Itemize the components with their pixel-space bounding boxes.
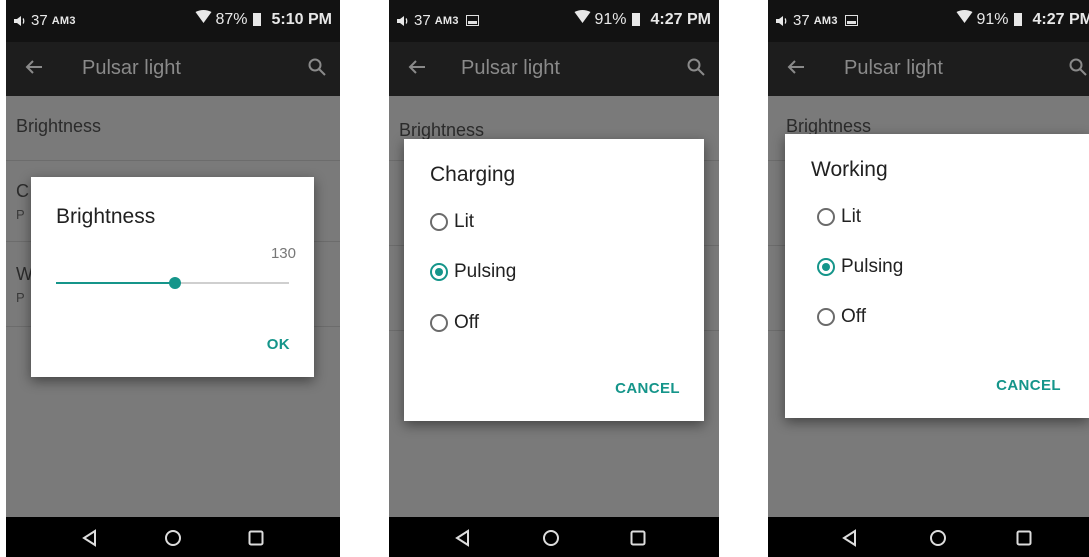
ok-button[interactable]: OK xyxy=(267,336,290,353)
image-icon xyxy=(844,15,858,26)
list-item-title: C xyxy=(16,181,29,201)
option-off[interactable]: Off xyxy=(430,312,479,334)
charging-dialog: Charging Lit Pulsing Off CANCEL xyxy=(404,139,704,421)
status-bar: 37 AM3 91% 4:27 PM xyxy=(389,0,719,42)
battery-icon xyxy=(631,13,640,26)
nav-home-icon[interactable] xyxy=(926,526,950,550)
cancel-button[interactable]: CANCEL xyxy=(996,377,1061,394)
back-arrow-icon[interactable] xyxy=(786,57,806,82)
carrier-label: AM3 xyxy=(51,14,76,27)
working-dialog: Working Lit Pulsing Off CANCEL xyxy=(785,134,1089,418)
nav-recents-icon[interactable] xyxy=(1012,526,1036,550)
list-item-title: Brightness xyxy=(16,116,102,136)
navigation-bar xyxy=(389,517,719,557)
nav-back-icon[interactable] xyxy=(451,526,475,550)
phone-screen-working: 37 AM3 91% 4:27 PM Pulsar light Brightne… xyxy=(768,0,1089,557)
status-bar: 37 AM3 91% 4:27 PM xyxy=(768,0,1089,42)
carrier-label: AM3 xyxy=(434,14,459,27)
navigation-bar xyxy=(6,517,340,557)
clock: 4:27 PM xyxy=(650,10,711,28)
brightness-value: 130 xyxy=(270,245,296,262)
status-bar: 37 AM3 87% 5:10 PM xyxy=(6,0,340,42)
option-label: Off xyxy=(454,312,479,333)
option-lit[interactable]: Lit xyxy=(430,211,474,233)
clock: 4:27 PM xyxy=(1032,10,1089,28)
nav-home-icon[interactable] xyxy=(539,526,563,550)
signal-level: 37 xyxy=(793,12,810,29)
volume-icon xyxy=(775,14,789,28)
option-lit[interactable]: Lit xyxy=(817,206,861,228)
app-toolbar: Pulsar light xyxy=(6,42,340,96)
app-toolbar: Pulsar light xyxy=(768,42,1089,96)
nav-recents-icon[interactable] xyxy=(244,526,268,550)
nav-home-icon[interactable] xyxy=(161,526,185,550)
search-icon[interactable] xyxy=(308,58,326,81)
phone-screen-brightness: 37 AM3 87% 5:10 PM Pulsar light Brightne… xyxy=(6,0,340,557)
cancel-button[interactable]: CANCEL xyxy=(615,380,680,397)
back-arrow-icon[interactable] xyxy=(24,57,44,82)
option-label: Lit xyxy=(454,211,475,232)
slider-thumb[interactable] xyxy=(168,277,181,289)
wifi-icon xyxy=(956,10,973,29)
phone-screen-charging: 37 AM3 91% 4:27 PM Pulsar light Brightne… xyxy=(389,0,719,557)
carrier-label: AM3 xyxy=(813,14,838,27)
nav-back-icon[interactable] xyxy=(838,526,862,550)
search-icon[interactable] xyxy=(687,58,705,81)
navigation-bar xyxy=(768,517,1089,557)
wifi-icon xyxy=(574,10,591,29)
dialog-title: Charging xyxy=(430,163,516,186)
signal-level: 37 xyxy=(31,12,48,29)
battery-icon xyxy=(252,13,261,26)
volume-icon xyxy=(13,14,27,28)
battery-percent: 91% xyxy=(594,10,627,28)
slider-fill xyxy=(56,282,175,284)
toolbar-title: Pulsar light xyxy=(844,57,943,79)
nav-recents-icon[interactable] xyxy=(626,526,650,550)
option-label: Pulsing xyxy=(841,256,904,277)
radio-unchecked-icon[interactable] xyxy=(817,308,835,326)
brightness-dialog: Brightness 130 OK xyxy=(31,177,314,377)
radio-unchecked-icon[interactable] xyxy=(430,314,448,332)
list-item-brightness[interactable]: Brightness xyxy=(6,96,340,161)
back-arrow-icon[interactable] xyxy=(407,57,427,82)
battery-percent: 91% xyxy=(976,10,1009,28)
list-item-subtitle: P xyxy=(16,207,25,222)
radio-unchecked-icon[interactable] xyxy=(817,208,835,226)
radio-checked-icon[interactable] xyxy=(430,263,448,281)
search-icon[interactable] xyxy=(1069,58,1087,81)
option-label: Lit xyxy=(841,206,862,227)
dialog-title: Working xyxy=(811,158,888,181)
image-icon xyxy=(465,15,479,26)
radio-checked-icon[interactable] xyxy=(817,258,835,276)
list-item-title: Brightness xyxy=(399,120,485,140)
option-off[interactable]: Off xyxy=(817,306,866,328)
wifi-icon xyxy=(195,10,212,29)
nav-back-icon[interactable] xyxy=(78,526,102,550)
toolbar-title: Pulsar light xyxy=(82,57,181,79)
option-pulsing[interactable]: Pulsing xyxy=(817,256,903,278)
option-label: Off xyxy=(841,306,866,327)
app-toolbar: Pulsar light xyxy=(389,42,719,96)
volume-icon xyxy=(396,14,410,28)
signal-level: 37 xyxy=(414,12,431,29)
clock: 5:10 PM xyxy=(271,10,332,28)
brightness-slider[interactable] xyxy=(56,277,289,289)
radio-unchecked-icon[interactable] xyxy=(430,213,448,231)
option-label: Pulsing xyxy=(454,261,517,282)
battery-percent: 87% xyxy=(215,10,248,28)
dialog-title: Brightness xyxy=(56,205,156,228)
battery-icon xyxy=(1013,13,1022,26)
list-item-subtitle: P xyxy=(16,290,25,305)
option-pulsing[interactable]: Pulsing xyxy=(430,261,516,283)
toolbar-title: Pulsar light xyxy=(461,57,560,79)
